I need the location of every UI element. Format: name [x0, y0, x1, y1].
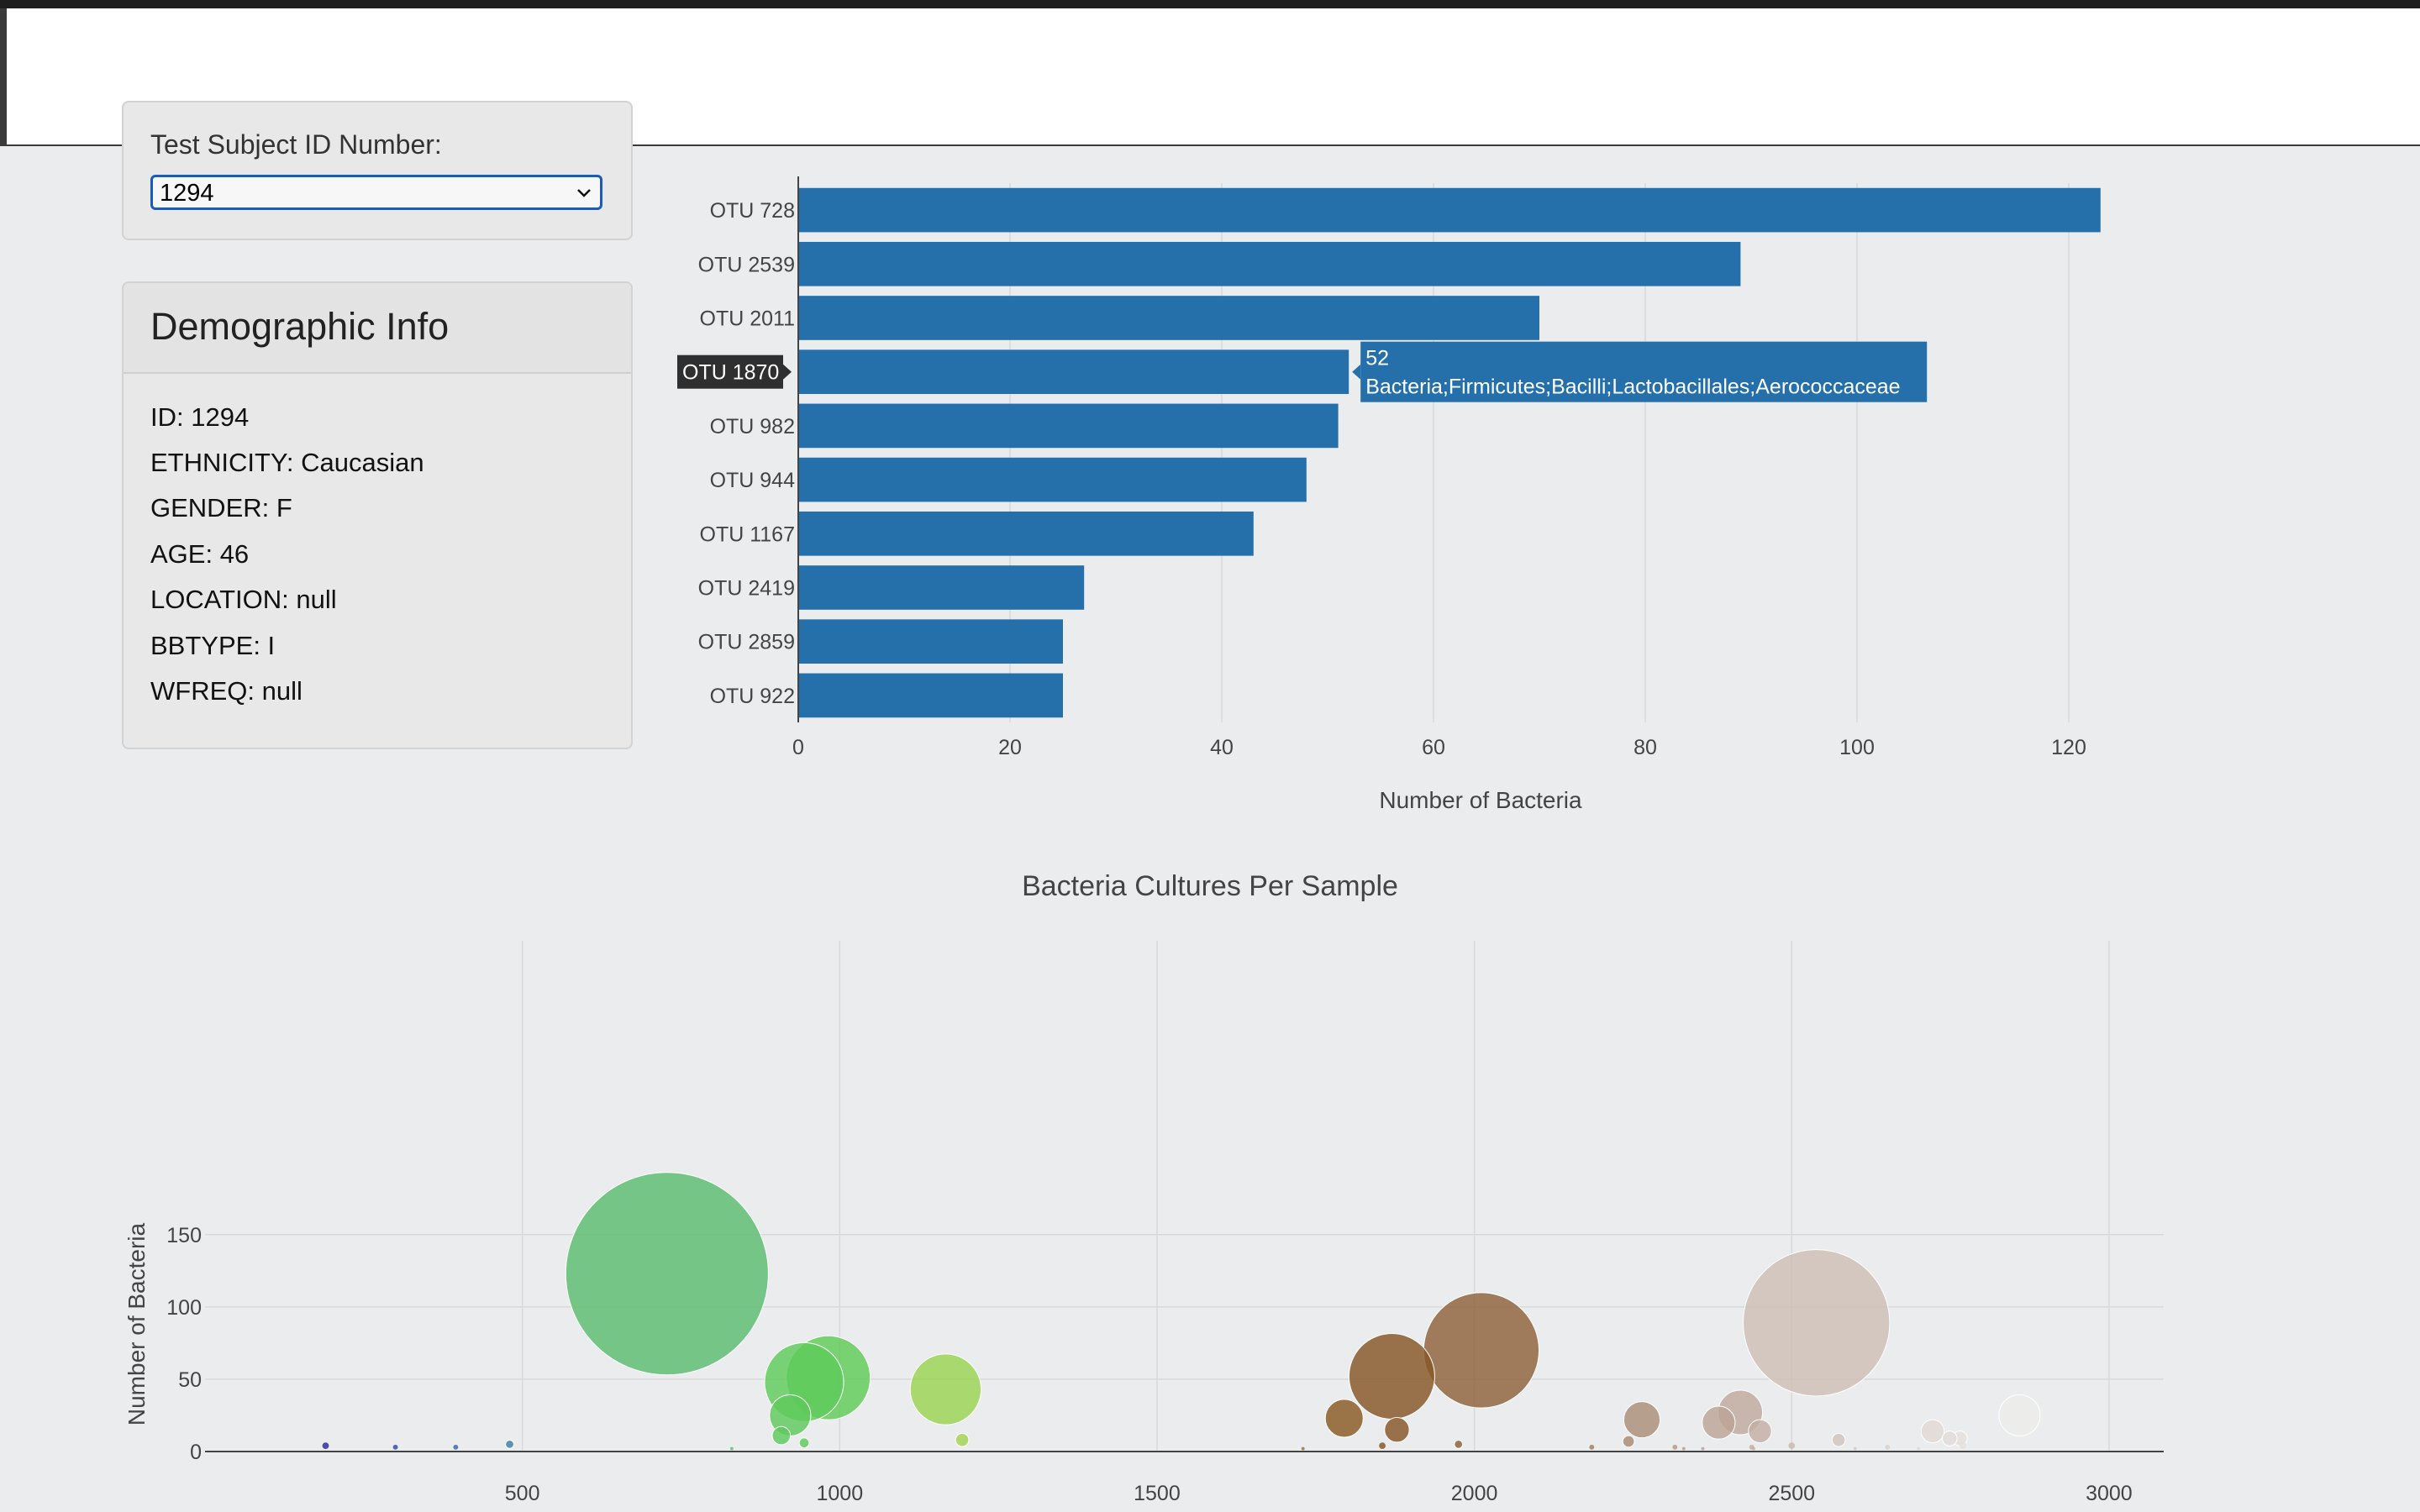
demographic-info-title: Demographic Info [150, 305, 450, 348]
bar-otu-944[interactable] [798, 457, 1307, 502]
bubble-point[interactable] [1384, 1416, 1410, 1443]
bubble-point[interactable] [1701, 1446, 1705, 1451]
bar-otu-2539[interactable] [798, 241, 1741, 286]
bubble-point[interactable] [1423, 1292, 1540, 1409]
bubble-point[interactable] [1379, 1442, 1386, 1450]
bubble-point[interactable] [1623, 1401, 1661, 1439]
bar-x-tick-label: 120 [2051, 736, 2086, 759]
hover-axis-label: OTU 1870 [682, 361, 779, 385]
bubble-point[interactable] [453, 1444, 459, 1450]
bubble-point[interactable] [1324, 1399, 1364, 1438]
bubble-point[interactable] [1672, 1444, 1678, 1450]
bubble-point[interactable] [1301, 1446, 1305, 1451]
bubble-y-tick-label: 0 [190, 1441, 202, 1464]
bubble-point[interactable] [505, 1439, 514, 1449]
bar-x-tick-label: 80 [1634, 736, 1657, 759]
bubble-point[interactable] [1622, 1435, 1635, 1448]
subject-id-selected-value: 1294 [160, 180, 214, 207]
bubble-point[interactable] [1702, 1405, 1736, 1440]
bubble-y-tick-label: 150 [166, 1224, 202, 1247]
demographic-location: LOCATION: null [150, 585, 337, 614]
bar-x-tick-label: 0 [792, 736, 804, 759]
bar-category-label: OTU 2859 [698, 631, 795, 654]
bubble-point[interactable] [1885, 1444, 1891, 1450]
bubble-x-tick-label: 2500 [1768, 1482, 1815, 1505]
bar-x-tick-label: 40 [1210, 736, 1234, 759]
subject-id-select[interactable]: 1294 [150, 175, 602, 210]
bar-otu-1167[interactable] [798, 511, 1254, 556]
bubble-point[interactable] [1960, 1442, 1967, 1450]
bar-category-label: OTU 1167 [700, 522, 795, 546]
bar-hover-otu-label: Bacteria;Firmicutes;Bacilli;Lactobacilla… [1365, 375, 1900, 399]
subject-select-label: Test Subject ID Number: [150, 129, 442, 160]
bar-otu-1870[interactable] [798, 349, 1349, 395]
bar-otu-922[interactable] [798, 673, 1063, 718]
bar-hover-tooltip-pointer [1352, 364, 1361, 380]
top-otu-bar-chart: 0 20 40 60 80 100 120 OTU 728 OTU 2539 OTU 2011 OT… [677, 176, 2101, 813]
bubble-x-tick-label: 500 [505, 1482, 540, 1505]
bubble-point[interactable] [1788, 1442, 1796, 1450]
bar-x-axis-title: Number of Bacteria [1379, 787, 1582, 813]
bubble-point[interactable] [1917, 1446, 1921, 1451]
bar-otu-982[interactable] [798, 403, 1339, 449]
bar-category-label: OTU 2419 [698, 577, 795, 601]
bubble-point[interactable] [1831, 1432, 1846, 1447]
bubble-point[interactable] [1751, 1446, 1755, 1451]
bubble-point[interactable] [798, 1437, 810, 1449]
bubble-point[interactable] [1348, 1333, 1435, 1420]
bubble-point[interactable] [909, 1353, 982, 1425]
bar-x-tick-label: 20 [998, 736, 1022, 759]
bubble-point[interactable] [729, 1446, 734, 1451]
bar-x-tick-label: 100 [1839, 736, 1875, 759]
demographic-bbtype: BBTYPE: I [150, 631, 276, 660]
bar-hover-value: 52 [1365, 347, 1389, 370]
bar-category-label: OTU 2539 [698, 253, 795, 276]
bar-otu-2011[interactable] [798, 296, 1539, 340]
bubble-point[interactable] [322, 1442, 329, 1450]
bar-otu-2419[interactable] [798, 565, 1085, 610]
bubble-x-tick-label: 1500 [1134, 1482, 1181, 1505]
bubble-point[interactable] [1589, 1444, 1595, 1450]
bubble-point[interactable] [565, 1172, 769, 1376]
bubble-point[interactable] [1998, 1394, 2041, 1436]
bubble-point[interactable] [955, 1432, 970, 1447]
bubble-point[interactable] [1454, 1439, 1464, 1449]
demographic-id: ID: 1294 [150, 402, 250, 432]
demographic-wfreq: WFREQ: null [150, 676, 302, 706]
bubble-point[interactable] [771, 1425, 792, 1446]
demographic-info-panel: Demographic Info ID: 1294 ETHNICITY: Cau… [122, 281, 633, 749]
bubble-point[interactable] [1941, 1431, 1958, 1446]
bar-x-tick-label: 60 [1422, 736, 1445, 759]
hover-axis-label-pointer [783, 364, 792, 380]
bubble-point[interactable] [392, 1444, 398, 1450]
bubble-chart-title: Bacteria Cultures Per Sample [1022, 870, 1398, 902]
demographic-age: AGE: 46 [150, 539, 250, 569]
window-left-edge [0, 8, 7, 146]
demographic-ethnicity: ETHNICITY: Caucasian [150, 448, 424, 477]
bacteria-bubble-chart: Bacteria Cultures Per Sample500 1000 1500 2… [124, 870, 2164, 1505]
bubble-point[interactable] [1681, 1446, 1686, 1451]
bubble-point[interactable] [1742, 1249, 1891, 1397]
bar-category-label: OTU 944 [710, 469, 796, 492]
bubble-y-tick-label: 50 [178, 1368, 202, 1392]
bubble-x-tick-label: 2000 [1451, 1482, 1498, 1505]
demographic-info-header: Demographic Info [124, 283, 631, 374]
bubble-point[interactable] [1920, 1419, 1945, 1444]
bar-category-label: OTU 922 [710, 685, 795, 708]
bubble-y-axis-title: Number of Bacteria [124, 1222, 150, 1425]
bar-otu-2859[interactable] [798, 619, 1063, 664]
bar-category-label: OTU 2011 [700, 307, 795, 331]
window-top-edge [0, 0, 2420, 8]
bar-category-label: OTU 728 [710, 199, 795, 223]
subject-select-panel: Test Subject ID Number: 1294 [122, 101, 633, 240]
bubble-y-tick-label: 100 [166, 1296, 202, 1320]
bar-otu-728[interactable] [798, 187, 2101, 233]
bubble-x-tick-label: 3000 [2086, 1482, 2133, 1505]
chevron-down-icon [577, 189, 591, 197]
bar-category-label: OTU 982 [710, 415, 795, 438]
bubble-x-tick-label: 1000 [816, 1482, 863, 1505]
bubble-point[interactable] [1748, 1419, 1772, 1444]
demographic-gender: GENDER: F [150, 493, 292, 522]
bubble-point[interactable] [1853, 1446, 1857, 1451]
